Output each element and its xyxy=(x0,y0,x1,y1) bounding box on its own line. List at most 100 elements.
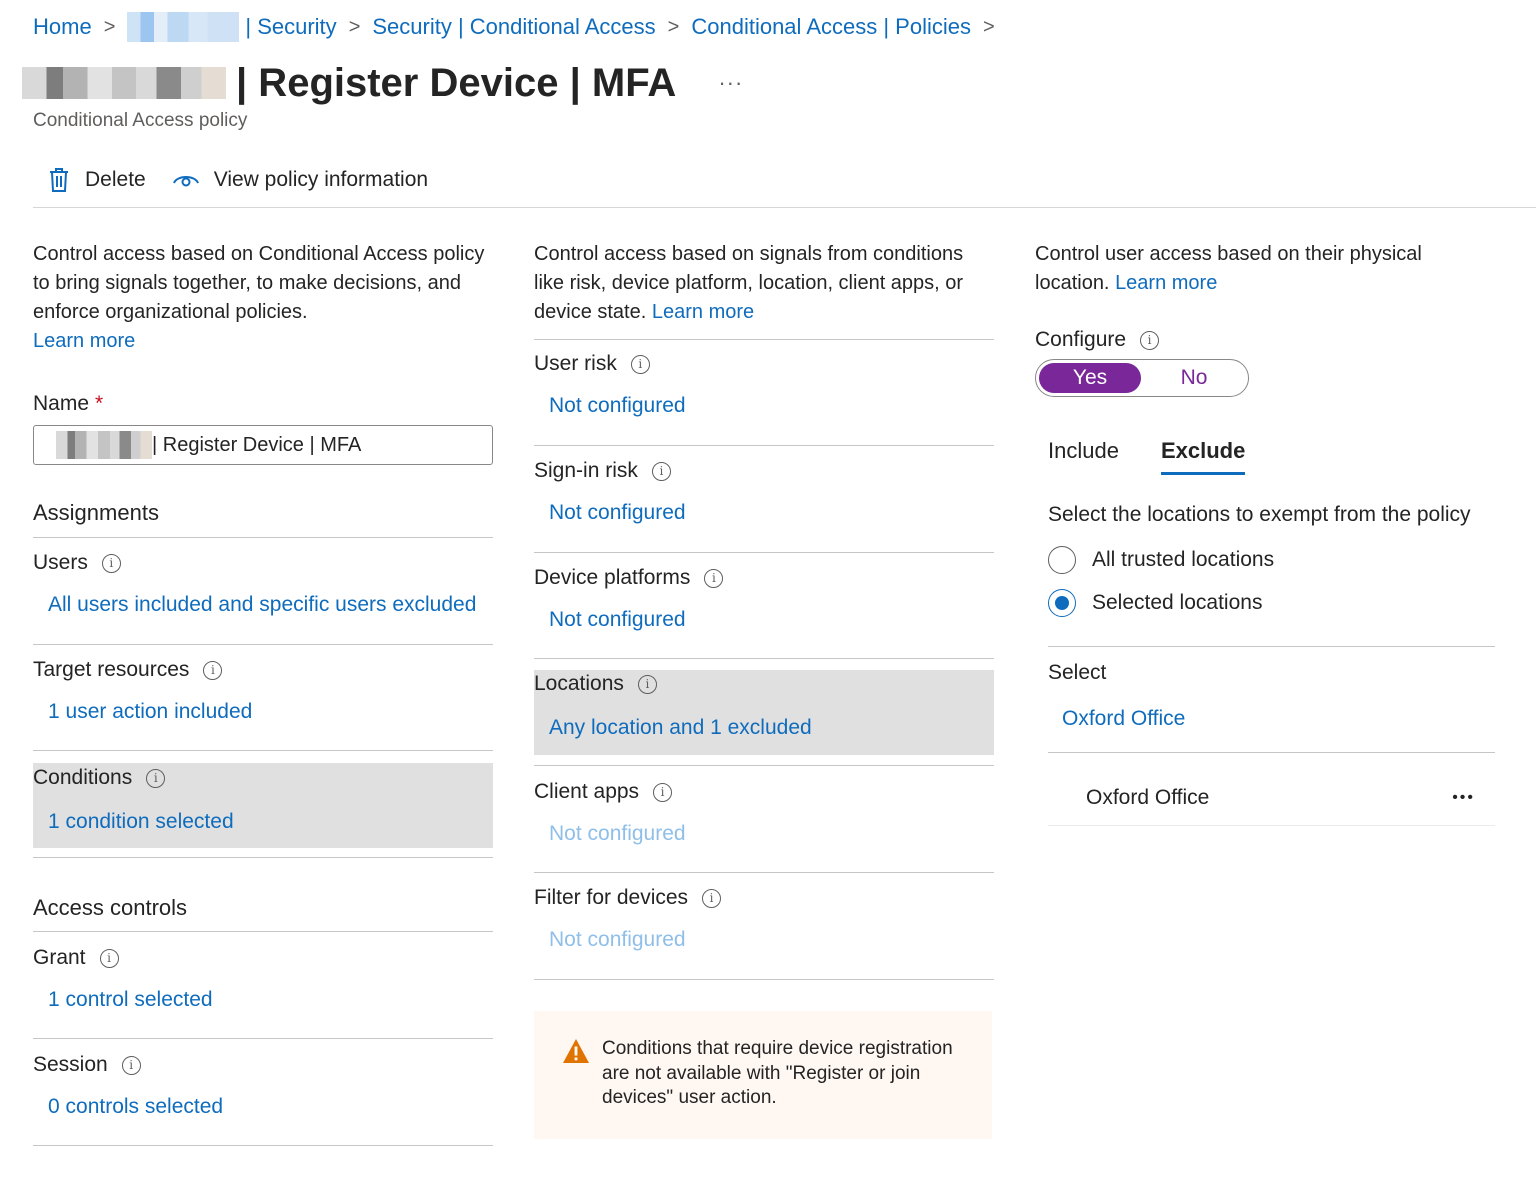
chevron-right-icon: > xyxy=(667,15,680,38)
page-subtitle: Conditional Access policy xyxy=(33,110,248,131)
target-resources-item[interactable]: Target resources i 1 user action include… xyxy=(33,658,493,750)
configure-toggle[interactable]: Yes No xyxy=(1035,359,1249,397)
locations-value[interactable]: Any location and 1 excluded xyxy=(549,716,994,740)
client-apps-label: Client apps xyxy=(534,780,640,803)
device-platforms-item[interactable]: Device platforms i Not configured xyxy=(534,566,994,658)
learn-more-link[interactable]: Learn more xyxy=(652,301,754,323)
divider xyxy=(33,644,493,645)
breadcrumb-conditional-access[interactable]: Security | Conditional Access xyxy=(372,14,655,40)
divider xyxy=(33,537,493,538)
more-options-icon[interactable]: ··· xyxy=(718,70,743,96)
view-policy-information-button[interactable]: View policy information xyxy=(172,168,428,192)
learn-more-link[interactable]: Learn more xyxy=(1115,272,1217,294)
filter-for-devices-item: Filter for devices i Not configured xyxy=(534,886,994,978)
divider xyxy=(534,658,994,659)
configure-label: Configure i xyxy=(1035,328,1160,352)
info-icon: i xyxy=(101,553,121,573)
info-icon: i xyxy=(203,660,223,680)
divider xyxy=(534,872,994,873)
required-marker: * xyxy=(95,392,104,415)
redacted-name-prefix xyxy=(56,431,152,459)
conditions-value[interactable]: 1 condition selected xyxy=(48,810,493,834)
redacted-tenant-name xyxy=(127,12,240,42)
trash-icon xyxy=(50,168,68,192)
divider xyxy=(33,857,493,858)
radio-selected-locations[interactable]: Selected locations xyxy=(1048,586,1262,620)
breadcrumb-home[interactable]: Home xyxy=(33,14,92,40)
delete-button[interactable]: Delete xyxy=(47,167,146,193)
info-icon: i xyxy=(651,461,671,481)
left-description: Control access based on Conditional Acce… xyxy=(33,243,485,352)
page-title: | Register Device | MFA xyxy=(236,60,677,105)
warning-message-bar: Conditions that require device registrat… xyxy=(534,1011,992,1139)
divider xyxy=(1048,752,1495,753)
toggle-yes-option[interactable]: Yes xyxy=(1039,363,1141,393)
learn-more-link[interactable]: Learn more xyxy=(33,330,135,352)
users-item[interactable]: Users i All users included and specific … xyxy=(33,551,493,643)
redacted-policy-prefix xyxy=(22,67,226,99)
filter-for-devices-value: Not configured xyxy=(549,928,686,951)
info-icon: i xyxy=(146,768,166,788)
radio-selected-label: Selected locations xyxy=(1092,591,1263,614)
warning-text: Conditions that require device registrat… xyxy=(602,1038,953,1108)
breadcrumb-tenant-security[interactable]: | Security xyxy=(245,14,336,40)
right-description: Control user access based on their physi… xyxy=(1035,243,1422,294)
conditions-label: Conditions xyxy=(33,766,133,789)
radio-button[interactable] xyxy=(1048,546,1076,574)
location-list-item: Oxford Office ••• xyxy=(1048,770,1495,826)
user-risk-label: User risk xyxy=(534,352,617,375)
info-icon: i xyxy=(702,888,722,908)
user-risk-value[interactable]: Not configured xyxy=(549,394,994,418)
eye-icon xyxy=(172,176,199,187)
divider xyxy=(33,1145,493,1146)
session-value[interactable]: 0 controls selected xyxy=(48,1095,493,1119)
grant-value[interactable]: 1 control selected xyxy=(48,988,493,1012)
sign-in-risk-item[interactable]: Sign-in risk i Not configured xyxy=(534,459,994,551)
policy-settings-column: Control access based on Conditional Acce… xyxy=(33,240,493,356)
conditions-column: Control access based on signals from con… xyxy=(534,240,994,327)
client-apps-item: Client apps i Not configured xyxy=(534,780,994,872)
breadcrumb-policies[interactable]: Conditional Access | Policies xyxy=(691,14,971,40)
toolbar-divider xyxy=(33,207,1536,208)
warning-icon xyxy=(563,1039,589,1063)
conditions-item[interactable]: Conditions i 1 condition selected xyxy=(33,763,493,848)
info-icon: i xyxy=(653,782,673,802)
select-label: Select xyxy=(1048,661,1107,684)
radio-button-checked[interactable] xyxy=(1048,589,1076,617)
divider xyxy=(534,765,994,766)
users-label: Users xyxy=(33,551,88,574)
session-label: Session xyxy=(33,1053,108,1076)
divider xyxy=(33,1038,493,1039)
chevron-right-icon: > xyxy=(348,15,361,38)
device-platforms-value[interactable]: Not configured xyxy=(549,608,994,632)
chevron-right-icon: > xyxy=(983,15,995,38)
session-item[interactable]: Session i 0 controls selected xyxy=(33,1053,493,1145)
tab-exclude[interactable]: Exclude xyxy=(1160,438,1246,475)
sign-in-risk-label: Sign-in risk xyxy=(534,459,638,482)
location-name: Oxford Office xyxy=(1086,785,1210,809)
access-controls-heading: Access controls xyxy=(33,895,188,920)
info-icon: i xyxy=(637,674,657,694)
toggle-no-option[interactable]: No xyxy=(1143,363,1245,393)
filter-for-devices-label: Filter for devices xyxy=(534,886,689,909)
user-risk-item[interactable]: User risk i Not configured xyxy=(534,352,994,444)
radio-all-trusted-locations[interactable]: All trusted locations xyxy=(1048,543,1274,577)
divider xyxy=(1048,646,1495,647)
users-value[interactable]: All users included and specific users ex… xyxy=(48,593,493,617)
tab-include[interactable]: Include xyxy=(1048,438,1119,475)
divider xyxy=(534,979,994,980)
sign-in-risk-value[interactable]: Not configured xyxy=(549,501,994,525)
exempt-instruction: Select the locations to exempt from the … xyxy=(1048,503,1471,526)
info-icon: i xyxy=(1140,330,1160,350)
target-resources-value[interactable]: 1 user action included xyxy=(48,700,493,724)
device-platforms-label: Device platforms xyxy=(534,566,691,589)
select-locations-link[interactable]: Oxford Office xyxy=(1062,707,1185,731)
name-label: Name * xyxy=(33,392,104,415)
locations-item[interactable]: Locations i Any location and 1 excluded xyxy=(534,670,994,755)
grant-item[interactable]: Grant i 1 control selected xyxy=(33,946,493,1038)
page-header: | Register Device | MFA ··· xyxy=(22,58,743,108)
divider xyxy=(534,445,994,446)
locations-panel: Control user access based on their physi… xyxy=(1035,240,1536,298)
policy-name-input[interactable]: | Register Device | MFA xyxy=(33,425,493,465)
more-actions-icon[interactable]: ••• xyxy=(1452,789,1475,807)
